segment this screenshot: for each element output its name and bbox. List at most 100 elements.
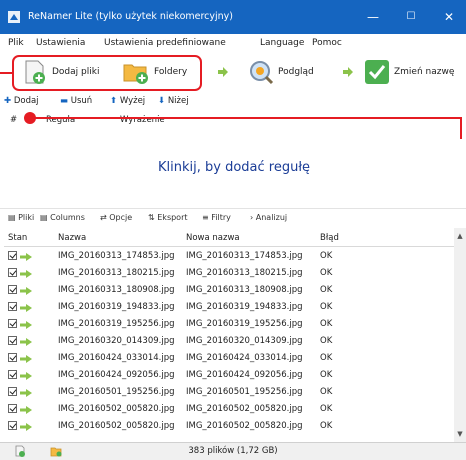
vertical-scrollbar[interactable]: ▲ ▼ (454, 228, 466, 442)
row-checkbox[interactable] (8, 421, 17, 430)
menu-ustawienia[interactable]: Ustawienia (36, 38, 85, 48)
arrow-down-icon: ⬇ (158, 96, 166, 106)
minimize-button[interactable]: — (358, 7, 388, 27)
row-checkbox[interactable] (8, 336, 17, 345)
files-header: Stan Nazwa Nowa nazwa Błąd (4, 228, 454, 247)
tab-options[interactable]: ⇄ Opcje (100, 213, 132, 222)
minus-icon: ▬ (60, 96, 69, 106)
add-rule-hint[interactable]: Klinkij, by dodać regułę (4, 160, 464, 175)
file-error: OK (320, 336, 333, 346)
row-checkbox[interactable] (8, 251, 17, 260)
table-row[interactable]: IMG_20160319_194833.jpg IMG_20160319_1948… (4, 299, 454, 316)
file-new-name: IMG_20160424_033014.jpg (186, 353, 303, 363)
table-row[interactable]: IMG_20160320_014309.jpg IMG_20160320_0143… (4, 333, 454, 350)
file-new-name: IMG_20160313_174853.jpg (186, 251, 303, 261)
file-new-name: IMG_20160313_180215.jpg (186, 268, 303, 278)
magnifier-icon (250, 61, 274, 85)
preview-label: Podgląd (278, 67, 314, 77)
file-new-name: IMG_20160424_092056.jpg (186, 370, 303, 380)
arrow-right-icon (20, 389, 32, 397)
files-table[interactable]: Stan Nazwa Nowa nazwa Błąd IMG_20160313_… (4, 228, 454, 442)
tab-analyze[interactable]: › Analizuj (250, 213, 287, 222)
rules-header: # Reguła Wyrażenie (4, 112, 464, 129)
rename-label: Zmień nazwę (394, 67, 455, 77)
maximize-button[interactable]: ☐ (396, 7, 426, 27)
file-error: OK (320, 268, 333, 278)
arrow-right-icon (20, 287, 32, 295)
rules-list[interactable]: Klinkij, by dodać regułę (4, 128, 464, 204)
menu-pomoc[interactable]: Pomoc (312, 38, 342, 48)
table-row[interactable]: IMG_20160313_180908.jpg IMG_20160313_1809… (4, 282, 454, 299)
renamer-window: ReNamer Lite (tylko użytek niekomercyjny… (0, 0, 466, 460)
file-new-name: IMG_20160319_194833.jpg (186, 302, 303, 312)
menu-ustawienia-predefiniowane[interactable]: Ustawienia predefiniowane (104, 38, 226, 48)
row-checkbox[interactable] (8, 353, 17, 362)
row-checkbox[interactable] (8, 387, 17, 396)
remove-rule-button[interactable]: ▬ Usuń (60, 96, 92, 106)
move-up-button[interactable]: ⬆ Wyżej (110, 96, 145, 106)
table-row[interactable]: IMG_20160424_092056.jpg IMG_20160424_0920… (4, 367, 454, 384)
file-error: OK (320, 285, 333, 295)
row-checkbox[interactable] (8, 268, 17, 277)
arrow-right-icon (20, 423, 32, 431)
file-name: IMG_20160424_033014.jpg (58, 353, 175, 363)
highlight-line (460, 117, 462, 139)
tab-columns[interactable]: ▤ Columns (40, 213, 85, 222)
col-name[interactable]: Nazwa (58, 233, 86, 243)
rename-button[interactable]: Zmień nazwę (364, 56, 454, 88)
table-row[interactable]: IMG_20160501_195256.jpg IMG_20160501_1952… (4, 384, 454, 401)
arrow-right-icon (20, 355, 32, 363)
file-error: OK (320, 353, 333, 363)
file-new-name: IMG_20160502_005820.jpg (186, 404, 303, 414)
row-checkbox[interactable] (8, 319, 17, 328)
add-rule-label: Dodaj (13, 96, 39, 106)
row-checkbox[interactable] (8, 404, 17, 413)
row-checkbox[interactable] (8, 285, 17, 294)
arrow-right-icon (20, 304, 32, 312)
tab-files[interactable]: ▤ Pliki (8, 213, 34, 222)
remove-rule-label: Usuń (70, 96, 93, 106)
add-rule-button[interactable]: ✚ Dodaj (4, 96, 39, 106)
col-status[interactable]: Stan (8, 233, 27, 243)
move-down-button[interactable]: ⬇ Niżej (158, 96, 189, 106)
arrow-right-icon (343, 67, 353, 77)
col-error[interactable]: Błąd (320, 233, 339, 243)
highlight-line (0, 72, 12, 74)
arrow-right-icon (20, 338, 32, 346)
checkmark-icon (365, 60, 389, 84)
file-name: IMG_20160502_005820.jpg (58, 404, 175, 414)
tab-export[interactable]: ⇅ Eksport (148, 213, 188, 222)
table-row[interactable]: IMG_20160502_005820.jpg IMG_20160502_0058… (4, 401, 454, 418)
file-error: OK (320, 387, 333, 397)
close-button[interactable]: ✕ (434, 7, 464, 27)
scroll-down-icon[interactable]: ▼ (454, 430, 466, 438)
col-new-name[interactable]: Nowa nazwa (186, 233, 240, 243)
file-name: IMG_20160313_174853.jpg (58, 251, 175, 261)
menu-bar: Plik Ustawienia Ustawienia predefiniowan… (0, 34, 466, 52)
table-row[interactable]: IMG_20160313_180215.jpg IMG_20160313_1802… (4, 265, 454, 282)
scroll-up-icon[interactable]: ▲ (454, 232, 466, 240)
table-row[interactable]: IMG_20160313_174853.jpg IMG_20160313_1748… (4, 248, 454, 265)
status-bar: 383 plików (1,72 GB) (0, 442, 466, 460)
file-name: IMG_20160313_180908.jpg (58, 285, 175, 295)
menu-language[interactable]: Language (260, 38, 304, 48)
highlight-box (12, 55, 202, 91)
file-name: IMG_20160424_092056.jpg (58, 370, 175, 380)
col-number: # (10, 115, 18, 125)
tab-filters[interactable]: ≡ Filtry (202, 213, 231, 222)
file-name: IMG_20160320_014309.jpg (58, 336, 175, 346)
table-row[interactable]: IMG_20160502_005820.jpg IMG_20160502_0058… (4, 418, 454, 435)
arrow-right-icon (20, 321, 32, 329)
menu-plik[interactable]: Plik (8, 38, 24, 48)
table-row[interactable]: IMG_20160424_033014.jpg IMG_20160424_0330… (4, 350, 454, 367)
row-checkbox[interactable] (8, 370, 17, 379)
file-error: OK (320, 319, 333, 329)
preview-button[interactable]: Podgląd (248, 56, 314, 88)
file-name: IMG_20160319_195256.jpg (58, 319, 175, 329)
table-row[interactable]: IMG_20160319_195256.jpg IMG_20160319_1952… (4, 316, 454, 333)
arrow-right-icon (20, 253, 32, 261)
file-error: OK (320, 251, 333, 261)
arrow-right-icon (20, 406, 32, 414)
file-name: IMG_20160502_005820.jpg (58, 421, 175, 431)
row-checkbox[interactable] (8, 302, 17, 311)
